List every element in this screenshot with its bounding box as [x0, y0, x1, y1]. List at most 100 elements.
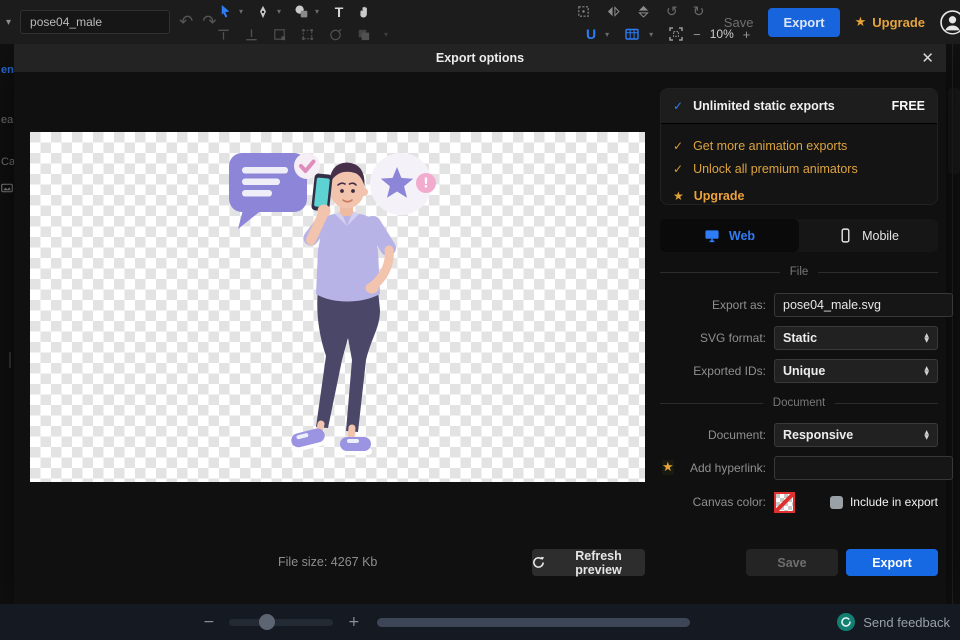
stepper-icon: ▲ ▼ — [924, 429, 929, 441]
stepper-icon: ▲ ▼ — [924, 365, 929, 377]
feedback-icon — [837, 613, 856, 631]
svg-format-label: SVG format: — [699, 331, 766, 345]
zoom-out-button[interactable]: − — [693, 27, 701, 42]
refresh-preview-button[interactable]: Refresh preview — [532, 549, 645, 577]
hyperlink-input[interactable] — [774, 456, 953, 480]
canvas-color-row: Canvas color: Include in export — [660, 490, 938, 514]
transform-origin-icon[interactable] — [576, 4, 591, 19]
svg-format-row: SVG format: Static ▲ ▼ — [660, 326, 938, 350]
left-sidebar-sliver: en ea Ca — [0, 44, 14, 604]
preview-illustration: ! — [229, 153, 436, 455]
document-section-divider: Document — [660, 397, 939, 409]
timeline-zoom-out-icon[interactable]: − — [203, 604, 215, 640]
sidebar-fragment: en — [1, 64, 14, 76]
promo-benefit-row: ✓ Unlock all premium animators — [673, 161, 858, 176]
right-sidebar-sliver — [946, 44, 960, 604]
shape-tool-icon[interactable] — [290, 2, 312, 22]
stepper-icon: ▲ ▼ — [924, 332, 929, 344]
grid-view-icon[interactable] — [624, 26, 640, 42]
logo-caret-icon[interactable]: ▾ — [605, 30, 615, 39]
flip-vertical-icon[interactable] — [636, 4, 651, 19]
modal-header: Export options ✕ — [14, 44, 946, 72]
document-select[interactable]: Responsive ▲ ▼ — [774, 423, 938, 447]
timeline-zoom-slider[interactable] — [229, 619, 333, 626]
premium-star-icon: ★ — [662, 460, 674, 475]
upgrade-link[interactable]: ★ Upgrade — [673, 184, 925, 204]
hyperlink-row: ★ Add hyperlink: — [660, 456, 953, 480]
pointer-tool-icon[interactable] — [214, 2, 236, 22]
export-filename-input[interactable] — [774, 293, 953, 317]
file-section-divider: File — [660, 266, 938, 278]
pen-tool-caret-icon[interactable]: ▾ — [277, 7, 287, 16]
top-toolbar: ▾ ↶ ↷ ▾ ▾ ▾ T ↺ ↻ S — [0, 0, 960, 44]
free-badge: FREE — [891, 99, 925, 113]
hyperlink-label: Add hyperlink: — [689, 461, 766, 475]
export-options-modal: Export options ✕ ! File size: 4267 Kb Re… — [14, 44, 953, 604]
grid-caret-icon[interactable]: ▾ — [649, 30, 659, 39]
refresh-icon — [532, 556, 545, 569]
star-icon: ★ — [673, 189, 684, 203]
exported-ids-select[interactable]: Unique ▲ ▼ — [774, 359, 938, 383]
platform-tabs: Web Mobile — [660, 219, 938, 252]
document-row: Document: Responsive ▲ ▼ — [660, 423, 938, 447]
export-as-row: Export as: — [660, 293, 953, 317]
rotate-cw-icon[interactable]: ↻ — [693, 4, 705, 20]
topbar-export-button[interactable]: Export — [768, 7, 840, 37]
fit-to-screen-icon[interactable] — [668, 26, 684, 42]
align-bottom-icon[interactable] — [244, 27, 259, 42]
image-icon — [1, 182, 13, 194]
project-menu-caret-icon[interactable]: ▾ — [6, 17, 11, 28]
topbar-upgrade-button[interactable]: ★ Upgrade — [855, 15, 925, 30]
sidebar-fragment: Ca — [1, 156, 14, 168]
sidebar-scrollbar[interactable] — [9, 352, 11, 368]
modal-export-button[interactable]: Export — [846, 549, 938, 576]
sidebar-fragment: ea — [1, 114, 14, 126]
include-in-export-checkbox[interactable] — [829, 495, 843, 509]
modal-save-button[interactable]: Save — [746, 549, 838, 576]
account-avatar[interactable] — [940, 10, 960, 35]
zoom-level: 10% — [709, 27, 734, 41]
flip-horizontal-icon[interactable] — [606, 4, 621, 19]
transform-tool-icon[interactable] — [300, 27, 315, 42]
tab-web[interactable]: Web — [660, 219, 799, 252]
close-icon[interactable]: ✕ — [921, 44, 934, 72]
align-top-icon[interactable] — [216, 27, 231, 42]
canvas-color-label: Canvas color: — [692, 495, 766, 509]
rotate-tool-icon[interactable] — [328, 27, 343, 42]
export-as-label: Export as: — [711, 298, 766, 312]
text-tool-icon[interactable]: T — [328, 2, 350, 22]
speech-bubble — [229, 153, 320, 229]
bottom-status-bar: − + Send feedback — [0, 604, 960, 640]
promo-benefit-row: ✓ Get more animation exports — [673, 138, 848, 153]
pen-tool-icon[interactable] — [252, 2, 274, 22]
export-settings-panel: ✓ Unlimited static exports FREE ✓ Get mo… — [660, 88, 953, 588]
group-tool-caret-icon[interactable]: ▾ — [384, 30, 394, 39]
shape-tool-caret-icon[interactable]: ▾ — [315, 7, 325, 16]
star-bubble: ! — [370, 153, 436, 215]
star-icon: ★ — [854, 14, 867, 30]
monitor-icon — [704, 228, 720, 243]
undo-icon[interactable]: ↶ — [179, 12, 193, 32]
phone-icon — [838, 228, 853, 243]
document-label: Document: — [707, 428, 766, 442]
check-icon: ✓ — [673, 99, 684, 113]
svg-format-select[interactable]: Static ▲ ▼ — [774, 326, 938, 350]
svg-text:!: ! — [423, 177, 429, 192]
canvas-color-swatch[interactable] — [774, 491, 795, 513]
app-logo-icon[interactable]: U — [586, 26, 596, 42]
zoom-in-button[interactable]: + — [743, 27, 751, 42]
plan-promo-box: ✓ Unlimited static exports FREE ✓ Get mo… — [660, 88, 938, 205]
rotate-ccw-icon[interactable]: ↺ — [666, 4, 678, 20]
horizontal-scrollbar[interactable] — [377, 618, 690, 627]
hand-tool-icon[interactable] — [353, 2, 375, 22]
scale-tool-icon[interactable] — [272, 27, 287, 42]
file-size-text: File size: 4267 Kb — [278, 555, 378, 569]
filename-input[interactable] — [20, 10, 171, 34]
timeline-zoom-knob[interactable] — [259, 614, 275, 630]
group-tool-icon[interactable] — [356, 27, 371, 42]
pointer-tool-caret-icon[interactable]: ▾ — [239, 7, 249, 16]
send-feedback-button[interactable]: Send feedback — [837, 604, 950, 640]
tab-mobile[interactable]: Mobile — [799, 219, 938, 252]
timeline-zoom-in-icon[interactable]: + — [348, 604, 360, 640]
plan-current-row: ✓ Unlimited static exports FREE — [661, 89, 937, 124]
